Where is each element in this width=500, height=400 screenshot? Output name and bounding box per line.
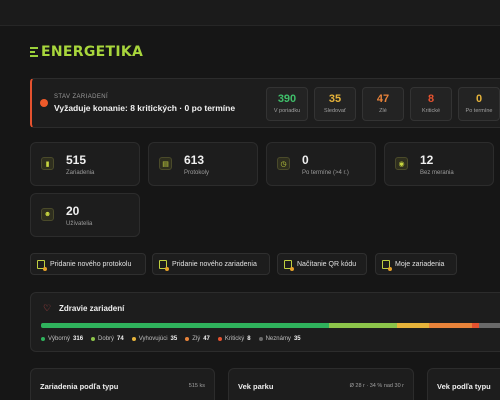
stat-protocols[interactable]: ▤ 613 Protokoly	[148, 142, 258, 186]
health-bar-segment	[428, 323, 472, 328]
legend-item: Kritický 8	[217, 336, 251, 342]
top-bar	[0, 0, 500, 26]
legend-item: Výborný 316	[41, 336, 83, 342]
stat-value: 20	[66, 204, 80, 218]
users-icon: ☻	[41, 208, 54, 221]
health-bar-segment	[479, 323, 500, 328]
counter-value: 8	[427, 93, 435, 105]
counter-critical[interactable]: 8 Kritické	[410, 87, 452, 121]
stat-value: 613	[184, 153, 205, 167]
counter-value: 390	[277, 93, 297, 105]
new-protocol-icon	[37, 259, 47, 271]
counter-value: 35	[328, 93, 342, 105]
action-label: Načítanie QR kódu	[297, 260, 357, 268]
legend-name: Výborný	[48, 336, 71, 342]
meter-icon: ◉	[395, 157, 408, 170]
legend-name: Zlý	[192, 336, 201, 342]
stat-devices[interactable]: ▮ 515 Zariadenia	[30, 142, 140, 186]
status-label: STAV ZARIADENÍ	[54, 94, 109, 100]
card-title: Zariadenia podľa typu	[40, 382, 119, 391]
status-alert-icon	[40, 99, 48, 107]
scan-qr-button[interactable]: Načítanie QR kódu	[277, 253, 367, 275]
legend-name: Dobrý	[98, 336, 115, 342]
health-bar-segment	[396, 323, 429, 328]
counter-label: V poriadku	[273, 108, 301, 114]
card-meta: 515 ks	[188, 383, 205, 389]
document-icon: ▤	[159, 157, 172, 170]
health-bar-segment	[471, 323, 480, 328]
counter-bad[interactable]: 47 Zlé	[362, 87, 404, 121]
health-title: Zdravie zariadení	[59, 304, 125, 313]
stat-value: 515	[66, 153, 87, 167]
legend-value: 35	[170, 336, 178, 342]
counter-value: 0	[475, 93, 483, 105]
add-protocol-button[interactable]: Pridanie nového protokolu	[30, 253, 146, 275]
card-title: Vek podľa typu	[437, 382, 491, 391]
status-text: Vyžaduje konanie: 8 kritických · 0 po te…	[54, 103, 236, 113]
status-card: STAV ZARIADENÍ Vyžaduje konanie: 8 kriti…	[30, 78, 500, 128]
health-bar-segment	[329, 323, 397, 328]
counter-label: Sledovať	[324, 108, 346, 114]
my-devices-button[interactable]: Moje zariadenia	[375, 253, 457, 275]
legend-name: Neznámy	[265, 336, 291, 342]
health-legend: Výborný 316 Dobrý 74 Vyhovujúci 35 Zlý 47 Kr…	[41, 336, 301, 342]
legend-value: 316	[73, 336, 84, 342]
action-label: Moje zariadenia	[395, 260, 445, 268]
health-bar-segment	[41, 323, 330, 328]
logo-mark-icon	[30, 47, 38, 57]
stat-value: 0	[302, 153, 309, 167]
stat-label: Zariadenia	[66, 170, 95, 176]
device-icon: ▮	[41, 157, 54, 170]
stat-label: Užívatelia	[66, 221, 93, 227]
legend-value: 74	[117, 336, 124, 342]
add-device-button[interactable]: Pridanie nového zariadenia	[152, 253, 270, 275]
brand-logo[interactable]: ENERGETIKA	[30, 44, 143, 60]
action-label: Pridanie nového protokolu	[50, 260, 132, 268]
legend-item: Vyhovujúci 35	[131, 336, 178, 342]
age-by-type-card: Vek podľa typu	[427, 368, 500, 400]
stat-overdue[interactable]: ◷ 0 Po termíne (>4 r.)	[266, 142, 376, 186]
legend-name: Kritický	[224, 336, 245, 342]
legend-item: Zlý 47	[185, 336, 210, 342]
new-device-icon	[159, 259, 169, 271]
counter-label: Zlé	[379, 108, 387, 114]
counter-label: Kritické	[421, 108, 441, 114]
legend-name: Vyhovujúci	[138, 336, 168, 342]
stat-value: 12	[420, 153, 434, 167]
counter-watch[interactable]: 35 Sledovať	[314, 87, 356, 121]
legend-value: 47	[203, 336, 210, 342]
stat-users[interactable]: ☻ 20 Užívatelia	[30, 193, 140, 237]
qr-scan-icon	[284, 259, 294, 271]
legend-item: Neznámy 35	[258, 336, 301, 342]
action-label: Pridanie nového zariadenia	[172, 260, 257, 268]
counter-label: Po termíne	[465, 108, 493, 114]
legend-value: 35	[293, 336, 301, 342]
status-counters: 390 V poriadku 35 Sledovať 47 Zlé 8 Krit…	[266, 87, 500, 121]
card-title: Vek parku	[238, 382, 274, 391]
devices-by-type-card: Zariadenia podľa typu 515 ks	[30, 368, 215, 400]
legend-value: 8	[247, 336, 251, 342]
counter-ok[interactable]: 390 V poriadku	[266, 87, 308, 121]
fleet-age-card: Vek parku Ø 28 r · 34 % nad 30 r	[228, 368, 414, 400]
brand-name: ENERGETIKA	[41, 44, 144, 60]
counter-overdue[interactable]: 0 Po termíne	[458, 87, 500, 121]
stat-label: Po termíne (>4 r.)	[302, 170, 349, 176]
stat-label: Bez merania	[420, 170, 454, 176]
health-card: ♡ Zdravie zariadení Výborný 316 Dobrý 74 V…	[30, 292, 500, 352]
health-bar	[41, 323, 500, 328]
stat-no-measurement[interactable]: ◉ 12 Bez merania	[384, 142, 494, 186]
stat-label: Protokoly	[184, 170, 210, 176]
clock-icon: ◷	[277, 157, 290, 170]
legend-item: Dobrý 74	[91, 336, 124, 342]
heart-pulse-icon: ♡	[43, 303, 52, 313]
card-meta: Ø 28 r · 34 % nad 30 r	[349, 383, 404, 389]
counter-value: 47	[376, 93, 390, 105]
my-devices-icon	[382, 259, 392, 271]
